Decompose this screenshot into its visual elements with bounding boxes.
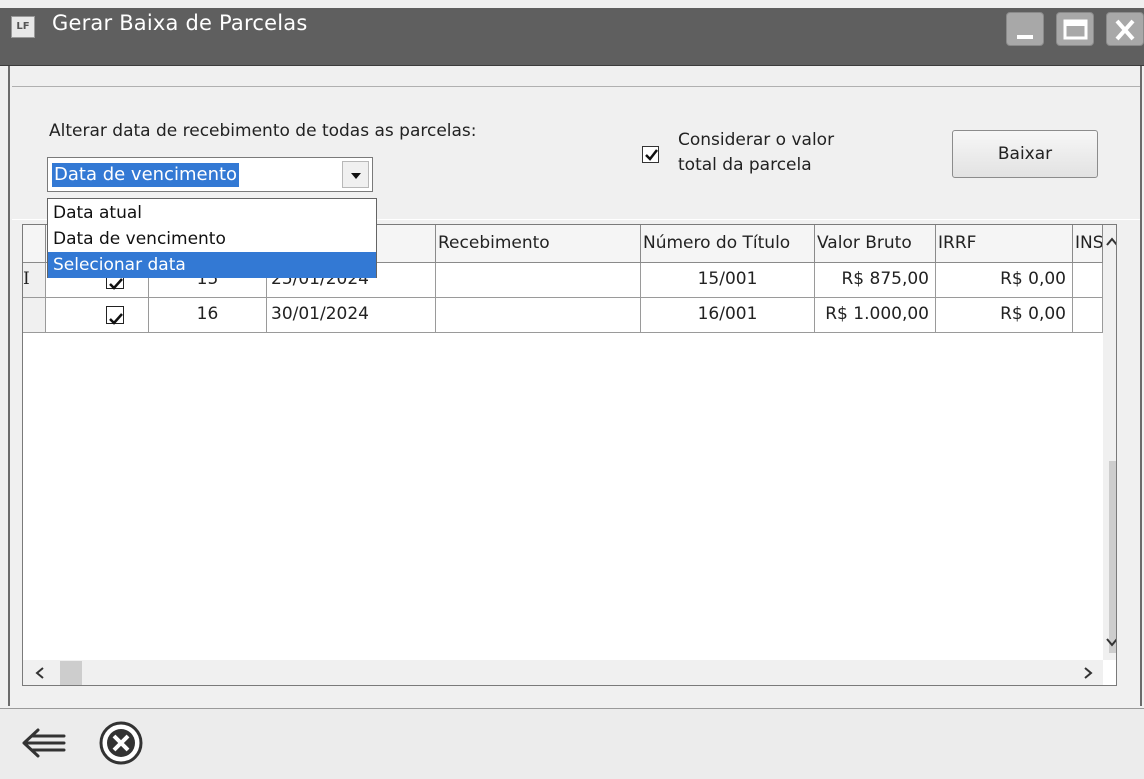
irrf-cell: R$ 0,00 xyxy=(936,298,1073,333)
maximize-button[interactable] xyxy=(1056,12,1094,46)
chevron-down-icon xyxy=(351,173,361,179)
column-header-valor-bruto[interactable]: Valor Bruto xyxy=(815,225,936,263)
bottom-toolbar xyxy=(0,708,1144,779)
valor-bruto-cell: R$ 875,00 xyxy=(815,263,936,298)
dropdown-option-data-atual[interactable]: Data atual xyxy=(48,200,376,226)
close-button[interactable] xyxy=(1106,12,1144,46)
combo-dropdown-button[interactable] xyxy=(342,161,369,188)
recebimento-cell[interactable] xyxy=(436,263,641,298)
close-icon xyxy=(1115,19,1135,41)
valor-bruto-cell: R$ 1.000,00 xyxy=(815,298,936,333)
maximize-icon xyxy=(1063,19,1088,40)
vertical-scroll-thumb[interactable] xyxy=(1109,461,1116,653)
inss-cell xyxy=(1073,263,1103,298)
window-title: Gerar Baixa de Parcelas xyxy=(52,11,308,35)
irrf-cell: R$ 0,00 xyxy=(936,263,1073,298)
scroll-right-icon[interactable] xyxy=(1081,666,1095,680)
select-cell[interactable] xyxy=(46,298,149,333)
column-header-irrf[interactable]: IRRF xyxy=(936,225,1073,263)
checkmark-icon xyxy=(109,313,123,325)
parcela-cell: 16 xyxy=(149,298,267,333)
cancel-circle-icon[interactable] xyxy=(98,720,144,766)
numero-titulo-cell: 15/001 xyxy=(641,263,815,298)
horizontal-scroll-thumb[interactable] xyxy=(60,661,82,685)
considerar-valor-label-line2: total da parcela xyxy=(678,155,812,175)
parcelas-grid[interactable]: o Recebimento Número do Título Valor Bru… xyxy=(22,224,1117,686)
back-arrow-icon[interactable] xyxy=(20,722,68,764)
horizontal-scrollbar[interactable] xyxy=(23,660,1103,685)
date-mode-combobox[interactable]: Data de vencimento xyxy=(47,157,373,192)
dropdown-option-selecionar-data[interactable]: Selecionar data xyxy=(48,252,376,278)
window-frame-left xyxy=(8,66,10,706)
row-checkbox[interactable] xyxy=(106,306,124,325)
combo-selected-value: Data de vencimento xyxy=(52,163,240,187)
date-mode-dropdown-list[interactable]: Data atual Data de vencimento Selecionar… xyxy=(47,198,377,278)
row-header-corner xyxy=(23,225,46,263)
considerar-valor-label: Considerar o valor xyxy=(678,130,835,150)
numero-titulo-cell: 16/001 xyxy=(641,298,815,333)
scroll-left-icon[interactable] xyxy=(33,666,47,680)
recebimento-cell[interactable] xyxy=(436,298,641,333)
alterar-data-label: Alterar data de recebimento de todas as … xyxy=(49,121,477,141)
app-icon: LF xyxy=(11,16,35,38)
column-header-numero-titulo[interactable]: Número do Título xyxy=(641,225,815,263)
dropdown-option-data-vencimento[interactable]: Data de vencimento xyxy=(48,226,376,252)
vencimento-cell: 30/01/2024 xyxy=(267,298,436,333)
column-header-inss[interactable]: INS xyxy=(1073,225,1103,263)
baixar-button[interactable]: Baixar xyxy=(952,130,1098,178)
window-frame-right xyxy=(1140,66,1142,706)
inss-cell xyxy=(1073,298,1103,333)
row-marker[interactable]: I xyxy=(23,263,46,298)
minimize-button[interactable] xyxy=(1006,12,1044,46)
scroll-up-icon[interactable] xyxy=(1105,235,1117,249)
checkmark-icon xyxy=(645,149,658,161)
minimize-icon xyxy=(1017,35,1033,39)
row-marker[interactable] xyxy=(23,298,46,333)
scroll-down-icon[interactable] xyxy=(1105,635,1117,649)
considerar-valor-checkbox[interactable] xyxy=(642,146,659,163)
column-header-recebimento[interactable]: Recebimento xyxy=(436,225,641,263)
